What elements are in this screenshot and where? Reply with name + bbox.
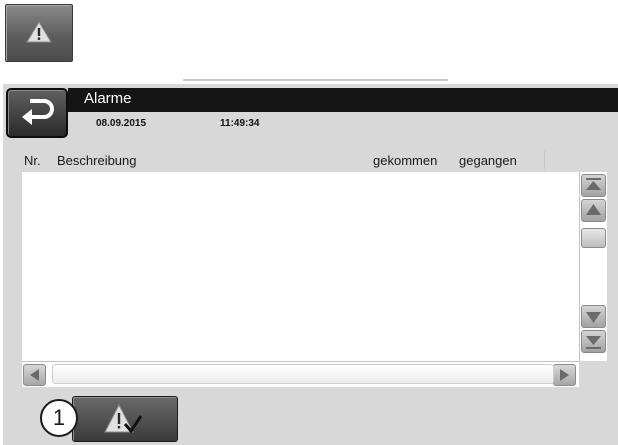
- chevron-down-icon: [586, 312, 601, 323]
- warning-triangle-icon: [26, 21, 52, 43]
- alarm-list[interactable]: [22, 172, 579, 361]
- column-header-came: gekommen: [373, 153, 438, 168]
- page-title: Alarme: [84, 90, 132, 107]
- callout-marker: 1: [40, 399, 78, 437]
- column-header-description: Beschreibung: [57, 153, 137, 168]
- column-separator: [544, 151, 545, 169]
- scroll-to-bottom-button[interactable]: [581, 330, 606, 353]
- scroll-up-button[interactable]: [581, 199, 606, 222]
- warning-checkmark-icon: [104, 403, 143, 434]
- vertical-scroll-thumb[interactable]: [581, 228, 606, 248]
- column-header-gone: gegangen: [459, 153, 517, 168]
- current-time: 11:49:34: [220, 118, 260, 129]
- scroll-down-button[interactable]: [581, 305, 606, 328]
- divider: [183, 79, 448, 81]
- alarm-overview-button[interactable]: [5, 4, 73, 62]
- column-header-nr: Nr.: [24, 153, 41, 168]
- chevron-up-icon: [586, 204, 601, 215]
- vertical-scrollbar[interactable]: [579, 172, 607, 361]
- return-arrow-icon: [22, 99, 54, 125]
- scroll-left-button[interactable]: [23, 364, 46, 386]
- double-chevron-up-icon: [586, 178, 601, 190]
- chevron-right-icon: [560, 369, 569, 381]
- acknowledge-alarm-button[interactable]: [72, 396, 178, 442]
- header-bar: [68, 88, 618, 112]
- scroll-to-top-button[interactable]: [581, 174, 606, 197]
- current-date: 08.09.2015: [96, 118, 147, 129]
- horizontal-scroll-thumb[interactable]: [52, 364, 554, 384]
- double-chevron-down-icon: [586, 336, 601, 349]
- scroll-right-button[interactable]: [553, 364, 576, 386]
- chevron-left-icon: [30, 369, 39, 381]
- back-button[interactable]: [6, 88, 68, 138]
